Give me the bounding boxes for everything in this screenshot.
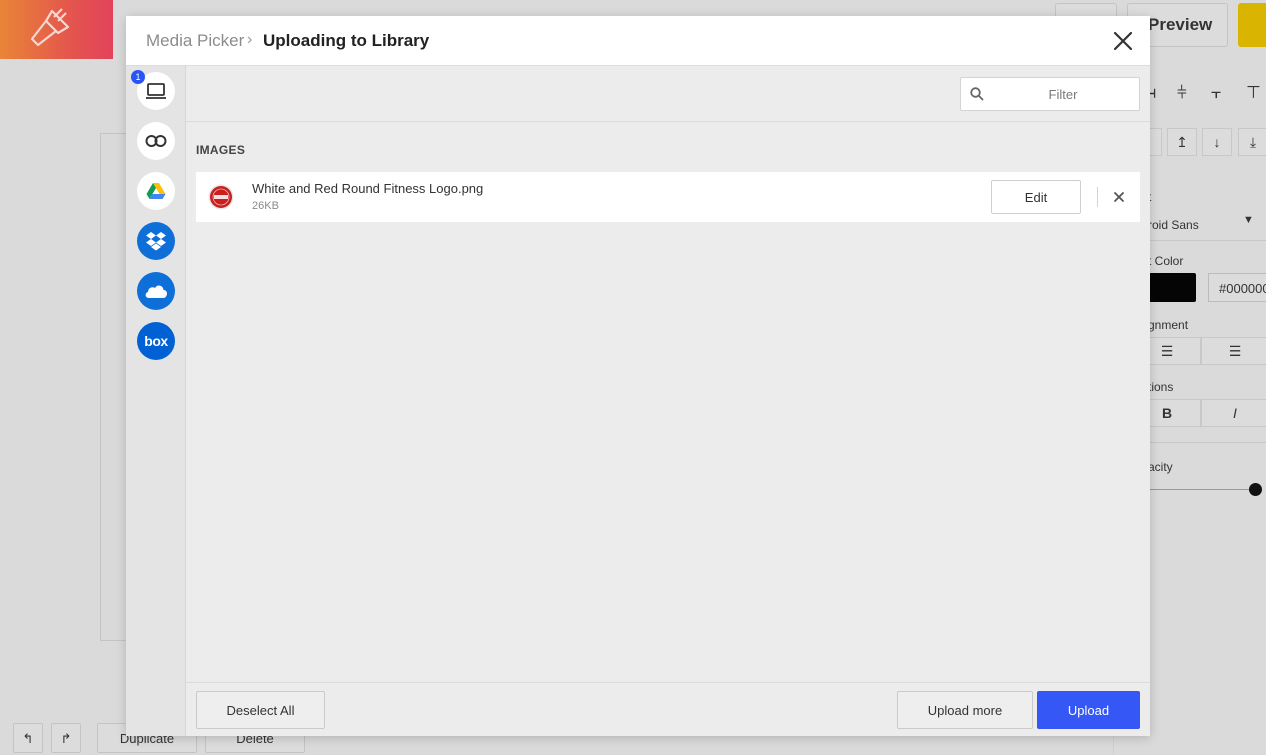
onedrive-icon (145, 285, 168, 298)
upload-content: IMAGES White and Red Round Fitness Logo.… (186, 66, 1150, 736)
options-label: tions (1148, 380, 1174, 394)
font-select[interactable]: roid Sans (1148, 218, 1199, 232)
close-button[interactable] (1112, 30, 1134, 52)
undo-button[interactable]: ↰ (13, 723, 43, 753)
italic-toggle[interactable]: I (1201, 399, 1266, 427)
box-icon: box (144, 333, 168, 349)
filter-box[interactable] (960, 77, 1140, 111)
source-link[interactable] (137, 122, 175, 160)
content-toolbar (186, 66, 1150, 122)
edit-button[interactable]: Edit (991, 180, 1081, 214)
modal-header: Media Picker › Uploading to Library (126, 16, 1150, 66)
breadcrumb-parent[interactable]: Media Picker (146, 31, 244, 51)
google-drive-icon (146, 183, 166, 199)
file-name: White and Red Round Fitness Logo.png (252, 181, 484, 196)
upload-count-badge: 1 (131, 70, 145, 84)
close-icon (1114, 192, 1124, 202)
source-google-drive[interactable] (137, 172, 175, 210)
align-top-icon[interactable]: ⊤ (1246, 83, 1261, 103)
deselect-all-button[interactable]: Deselect All (196, 691, 325, 729)
laptop-icon (146, 83, 166, 99)
filter-input[interactable] (993, 78, 1133, 110)
upload-more-button[interactable]: Upload more (897, 691, 1033, 729)
upload-button[interactable]: Upload (1037, 691, 1140, 729)
chevron-down-icon[interactable]: ▼ (1243, 214, 1254, 226)
modal-footer: Deselect All Upload more Upload (186, 682, 1150, 736)
opacity-slider-handle[interactable] (1249, 483, 1262, 496)
align-right-icon[interactable]: ⫟ (1211, 83, 1221, 103)
search-icon (970, 87, 984, 101)
divider (1150, 442, 1266, 443)
align-center-icon[interactable]: ⫩ (1177, 83, 1187, 103)
source-onedrive[interactable] (137, 272, 175, 310)
divider (1097, 187, 1098, 207)
remove-file-button[interactable] (1111, 189, 1127, 205)
file-row: White and Red Round Fitness Logo.png 26K… (196, 172, 1140, 222)
layer-button[interactable] (1148, 128, 1162, 156)
hex-input[interactable]: #000000 (1208, 273, 1266, 302)
redo-button[interactable]: ↱ (51, 723, 81, 753)
alignment-label: gnment (1148, 318, 1189, 332)
publish-button[interactable] (1238, 3, 1266, 47)
text-color-label: t Color (1148, 254, 1184, 268)
close-icon (1113, 31, 1133, 51)
move-bottom-icon[interactable]: ⤓ (1238, 128, 1266, 156)
breadcrumb-current: Uploading to Library (263, 31, 430, 50)
breadcrumb-separator-icon: › (247, 31, 253, 48)
source-sidebar: 1 box (126, 66, 186, 736)
file-size: 26KB (252, 200, 279, 212)
arrow-down-icon[interactable]: ↓ (1202, 128, 1232, 156)
paint-brush-icon (30, 8, 70, 47)
source-dropbox[interactable] (137, 222, 175, 260)
link-icon (145, 135, 167, 147)
opacity-slider-track[interactable] (1150, 489, 1258, 490)
color-swatch[interactable] (1148, 273, 1196, 302)
file-thumbnail (208, 182, 234, 212)
source-box[interactable]: box (137, 322, 175, 360)
section-title: IMAGES (196, 143, 246, 157)
arrow-up-icon[interactable]: ↥ (1167, 128, 1197, 156)
divider (1150, 240, 1266, 241)
dropbox-icon (146, 232, 166, 251)
image-thumbnail (208, 184, 234, 210)
app-logo (0, 0, 113, 59)
opacity-label: acity (1148, 460, 1173, 474)
align-center-text-icon[interactable]: ☰ (1201, 337, 1266, 365)
media-picker-modal: Media Picker › Uploading to Library 1 bo… (126, 16, 1150, 736)
